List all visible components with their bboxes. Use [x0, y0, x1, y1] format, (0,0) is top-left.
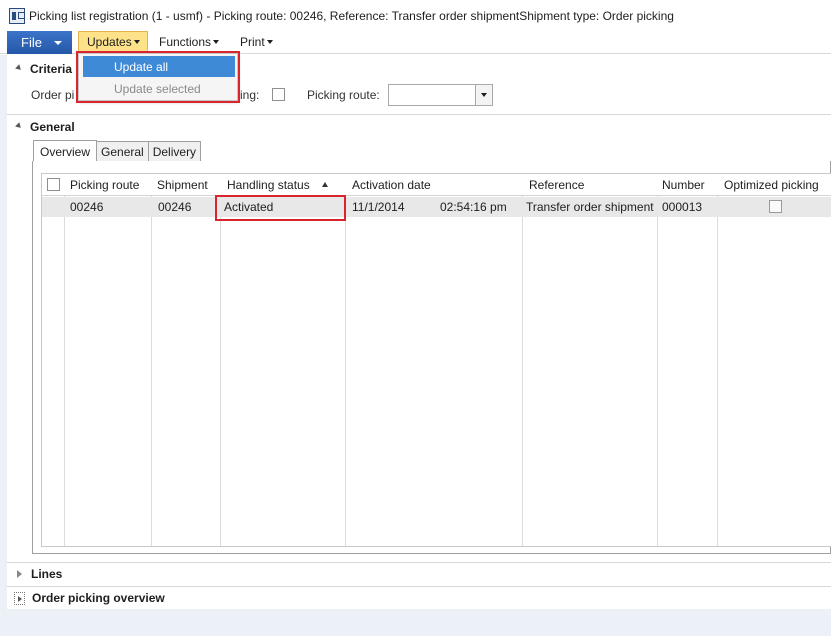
bottom-strip: [7, 609, 831, 636]
column-divider: [64, 174, 65, 546]
collapse-icon: [15, 121, 23, 130]
general-section-header[interactable]: General: [14, 120, 75, 134]
tab-general[interactable]: General: [96, 141, 149, 162]
optimized-picking-checkbox[interactable]: [769, 200, 782, 213]
update-all-label: Update all: [114, 59, 169, 74]
cell-activation-date[interactable]: 11/1/2014: [352, 200, 405, 214]
combo-dropdown-button[interactable]: [475, 85, 492, 105]
column-header-number[interactable]: Number: [662, 178, 705, 192]
update-selected-menu-item[interactable]: Update selected: [83, 78, 235, 99]
column-divider: [151, 174, 152, 546]
functions-menu-label: Functions: [159, 35, 212, 49]
general-title: General: [30, 120, 75, 134]
update-selected-label: Update selected: [114, 81, 201, 96]
title-bar: Picking list registration (1 - usmf) - P…: [0, 0, 831, 31]
overview-tab-panel: Picking route Shipment Handling status A…: [32, 161, 831, 554]
print-menu-button[interactable]: Print: [234, 31, 279, 53]
chevron-down-icon: [133, 40, 140, 44]
file-menu-button[interactable]: File: [7, 31, 72, 54]
column-header-activation-date[interactable]: Activation date: [352, 178, 431, 192]
column-header-picking-route[interactable]: Picking route: [70, 178, 139, 192]
order-picking-label: Order pi: [31, 88, 75, 102]
picking-list-grid: Picking route Shipment Handling status A…: [41, 173, 831, 547]
window-title: Picking list registration (1 - usmf) - P…: [29, 8, 674, 23]
grid-header-row: Picking route Shipment Handling status A…: [42, 174, 831, 196]
order-picking-overview-header[interactable]: Order picking overview: [14, 591, 165, 605]
column-divider: [717, 174, 718, 546]
cell-handling-status[interactable]: Activated: [224, 200, 273, 214]
column-header-shipment[interactable]: Shipment: [157, 178, 208, 192]
cell-shipment[interactable]: 00246: [158, 200, 191, 214]
picking-route-label: Picking route:: [307, 88, 380, 102]
sort-ascending-icon: [321, 182, 328, 187]
divider: [7, 114, 831, 115]
cell-picking-route[interactable]: 00246: [70, 200, 103, 214]
column-divider: [345, 174, 346, 546]
file-menu-label: File: [21, 35, 42, 50]
column-header-label: Handling status: [227, 178, 310, 192]
chevron-down-icon: [266, 40, 273, 44]
functions-menu-button[interactable]: Functions: [153, 31, 225, 53]
chevron-down-icon: [53, 40, 62, 45]
tab-overview[interactable]: Overview: [33, 140, 98, 162]
column-divider: [220, 174, 221, 546]
lines-title: Lines: [31, 567, 63, 581]
lines-section-header[interactable]: Lines: [14, 567, 62, 581]
cell-number[interactable]: 000013: [662, 200, 702, 214]
updates-menu-button[interactable]: Updates: [78, 31, 148, 53]
tab-delivery[interactable]: Delivery: [147, 141, 202, 162]
criteria-title: Criteria: [30, 62, 73, 76]
column-divider: [657, 174, 658, 546]
picking-route-combobox[interactable]: [388, 84, 493, 106]
order-picking-overview-title: Order picking overview: [32, 591, 165, 605]
updates-dropdown-menu: Update all Update selected: [78, 53, 238, 101]
factbox-toggle-icon: [14, 591, 25, 605]
tab-label: General: [101, 145, 144, 159]
menu-bar: File Updates Functions Print: [0, 31, 831, 54]
cell-activation-time[interactable]: 02:54:16 pm: [440, 200, 507, 214]
column-header-reference[interactable]: Reference: [529, 178, 584, 192]
chevron-down-icon: [213, 40, 220, 44]
updates-menu-label: Updates: [87, 35, 132, 49]
print-menu-label: Print: [240, 35, 265, 49]
select-all-checkbox[interactable]: [47, 178, 60, 191]
app-icon: [9, 7, 25, 24]
divider: [7, 586, 831, 587]
tab-label: Delivery: [152, 145, 197, 159]
table-row[interactable]: 00246 00246 Activated 11/1/2014 02:54:16…: [42, 197, 831, 217]
tab-strip: Overview General Delivery: [33, 140, 202, 162]
picking-checkbox[interactable]: [272, 88, 285, 101]
divider: [7, 562, 831, 563]
cell-reference[interactable]: Transfer order shipment: [526, 200, 654, 214]
expand-icon: [17, 570, 22, 578]
column-header-handling-status[interactable]: Handling status: [227, 178, 328, 192]
criteria-section-header[interactable]: Criteria: [14, 62, 72, 76]
column-divider: [522, 174, 523, 546]
chevron-down-icon: [481, 93, 487, 97]
update-all-menu-item[interactable]: Update all: [83, 56, 235, 77]
tab-label: Overview: [40, 144, 91, 159]
left-rail: [0, 55, 7, 636]
collapse-icon: [15, 63, 23, 72]
column-header-optimized-picking[interactable]: Optimized picking: [724, 178, 819, 192]
